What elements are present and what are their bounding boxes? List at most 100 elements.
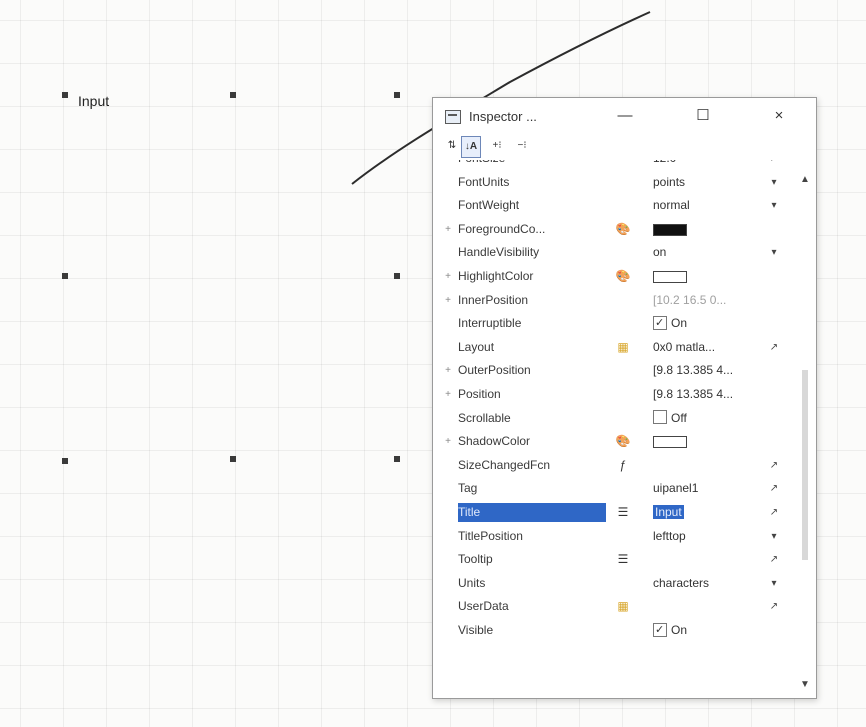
property-name: InnerPosition: [458, 292, 529, 307]
resize-handle-top-right[interactable]: [394, 92, 400, 98]
property-row-scrollable[interactable]: Scrollable Off: [443, 407, 793, 431]
checkbox[interactable]: [653, 619, 667, 642]
property-row-tooltip[interactable]: Tooltip ☰ ↗: [443, 548, 793, 572]
property-value[interactable]: [10.2 16.5 0...: [653, 289, 753, 313]
property-value[interactable]: On: [653, 619, 753, 643]
expand-toggle-icon[interactable]: +: [443, 289, 453, 313]
property-row-foregroundco[interactable]: + ForegroundCo... 🎨: [443, 218, 793, 242]
property-value[interactable]: characters: [653, 572, 753, 596]
resize-handle-top-center[interactable]: [230, 92, 236, 98]
property-row-units[interactable]: Units characters ▾: [443, 572, 793, 596]
dropdown-arrow-icon[interactable]: ▾: [765, 171, 783, 195]
edit-arrow-icon[interactable]: ↗: [765, 160, 783, 171]
checkbox[interactable]: [653, 312, 667, 336]
resize-handle-middle-left[interactable]: [62, 273, 68, 279]
property-row-innerposition[interactable]: + InnerPosition [10.2 16.5 0...: [443, 289, 793, 313]
edit-arrow-icon[interactable]: ↗: [765, 595, 783, 619]
property-value[interactable]: On: [653, 312, 753, 336]
resize-handle-middle-right[interactable]: [394, 273, 400, 279]
edit-arrow-icon[interactable]: ↗: [765, 501, 783, 525]
edit-arrow-icon[interactable]: ↗: [765, 336, 783, 360]
expand-toggle-icon[interactable]: +: [443, 218, 453, 242]
property-value[interactable]: Off: [653, 407, 753, 431]
property-row-layout[interactable]: Layout ▦ 0x0 matla... ↗: [443, 336, 793, 360]
property-value[interactable]: points: [653, 171, 753, 195]
property-row-tag[interactable]: Tag uipanel1 ↗: [443, 477, 793, 501]
property-row-title[interactable]: Title ☰ Input ↗: [443, 501, 793, 525]
expand-toggle-icon[interactable]: +: [443, 359, 453, 383]
edit-arrow-icon[interactable]: ↗: [765, 454, 783, 478]
color-swatch[interactable]: [653, 270, 687, 283]
property-row-fontunits[interactable]: FontUnits points ▾: [443, 171, 793, 195]
property-name: Position: [458, 386, 501, 401]
property-row-sizechangedfcn[interactable]: SizeChangedFcn ƒ ↗: [443, 454, 793, 478]
property-value[interactable]: Input: [653, 501, 753, 525]
property-row-userdata[interactable]: UserData ▦ ↗: [443, 595, 793, 619]
dropdown-arrow-icon[interactable]: ▾: [765, 525, 783, 549]
property-value[interactable]: on: [653, 241, 753, 265]
scroll-down-arrow-icon[interactable]: ▼: [798, 679, 812, 690]
property-row-interruptible[interactable]: Interruptible On: [443, 312, 793, 336]
property-row-position[interactable]: + Position [9.8 13.385 4...: [443, 383, 793, 407]
expand-toggle-icon[interactable]: +: [443, 430, 453, 454]
text-editor-icon[interactable]: ☰: [613, 548, 633, 572]
resize-handle-bottom-center[interactable]: [230, 456, 236, 462]
checkbox-label: On: [671, 622, 688, 637]
color-swatch[interactable]: [653, 223, 687, 236]
color-swatch[interactable]: [653, 435, 687, 448]
collapse-all-icon[interactable]: −⁝: [513, 136, 531, 156]
vertical-scrollbar[interactable]: ▲ ▼: [798, 160, 812, 692]
property-value[interactable]: [653, 265, 753, 289]
property-row-visible[interactable]: Visible On: [443, 619, 793, 643]
edit-arrow-icon[interactable]: ↗: [765, 477, 783, 501]
color-picker-icon[interactable]: 🎨: [613, 430, 633, 454]
callback-editor-icon[interactable]: ƒ: [613, 454, 633, 478]
dropdown-arrow-icon[interactable]: ▾: [765, 194, 783, 218]
property-value[interactable]: 12.0: [653, 160, 753, 171]
property-row-highlightcolor[interactable]: + HighlightColor 🎨: [443, 265, 793, 289]
property-row-fontsize[interactable]: FontSize 12.0 ↗: [443, 160, 793, 171]
scroll-thumb[interactable]: [802, 370, 808, 560]
close-button[interactable]: ×: [761, 104, 797, 128]
checkbox[interactable]: [653, 410, 667, 425]
property-value[interactable]: uipanel1: [653, 477, 753, 501]
resize-handle-bottom-right[interactable]: [394, 456, 400, 462]
selected-value-text[interactable]: Input: [653, 504, 684, 519]
property-value[interactable]: normal: [653, 194, 753, 218]
property-value[interactable]: lefttop: [653, 525, 753, 549]
property-row-fontweight[interactable]: FontWeight normal ▾: [443, 194, 793, 218]
edit-arrow-icon[interactable]: ↗: [765, 548, 783, 572]
expand-toggle-icon[interactable]: +: [443, 265, 453, 289]
expand-all-icon[interactable]: +⁝: [488, 136, 506, 156]
property-row-titleposition[interactable]: TitlePosition lefttop ▾: [443, 525, 793, 549]
dropdown-arrow-icon[interactable]: ▾: [765, 241, 783, 265]
text-editor-icon[interactable]: ☰: [613, 501, 633, 525]
property-value[interactable]: [653, 430, 753, 454]
panel-title[interactable]: Input: [78, 93, 109, 109]
minimize-button[interactable]: —: [607, 104, 643, 128]
property-name: HandleVisibility: [458, 245, 540, 260]
scroll-up-arrow-icon[interactable]: ▲: [798, 174, 812, 185]
sort-categorized-icon[interactable]: ⇅: [443, 136, 461, 156]
property-row-outerposition[interactable]: + OuterPosition [9.8 13.385 4...: [443, 359, 793, 383]
title-bar[interactable]: Inspector ... — ☐ ×: [433, 98, 816, 134]
property-value[interactable]: 0x0 matla...: [653, 336, 753, 360]
expand-toggle-icon[interactable]: +: [443, 383, 453, 407]
sort-alphabetical-icon[interactable]: ↓A: [461, 136, 481, 158]
property-name: Units: [458, 575, 486, 590]
property-value[interactable]: [9.8 13.385 4...: [653, 359, 753, 383]
checkbox-label: On: [671, 316, 688, 331]
maximize-button[interactable]: ☐: [685, 104, 721, 128]
color-picker-icon[interactable]: 🎨: [613, 265, 633, 289]
resize-handle-top-left[interactable]: [62, 92, 68, 98]
color-picker-icon[interactable]: 🎨: [613, 218, 633, 242]
property-value[interactable]: [9.8 13.385 4...: [653, 383, 753, 407]
table-editor-icon[interactable]: ▦: [613, 595, 633, 619]
property-row-handlevisibility[interactable]: HandleVisibility on ▾: [443, 241, 793, 265]
dropdown-arrow-icon[interactable]: ▾: [765, 572, 783, 596]
property-value[interactable]: [653, 218, 753, 242]
resize-handle-bottom-left[interactable]: [62, 458, 68, 464]
table-editor-icon[interactable]: ▦: [613, 336, 633, 360]
property-inspector-window: Inspector ... — ☐ × ⇅↓A +⁝ −⁝ FontSize 12.0…: [432, 97, 817, 699]
property-row-shadowcolor[interactable]: + ShadowColor 🎨: [443, 430, 793, 454]
